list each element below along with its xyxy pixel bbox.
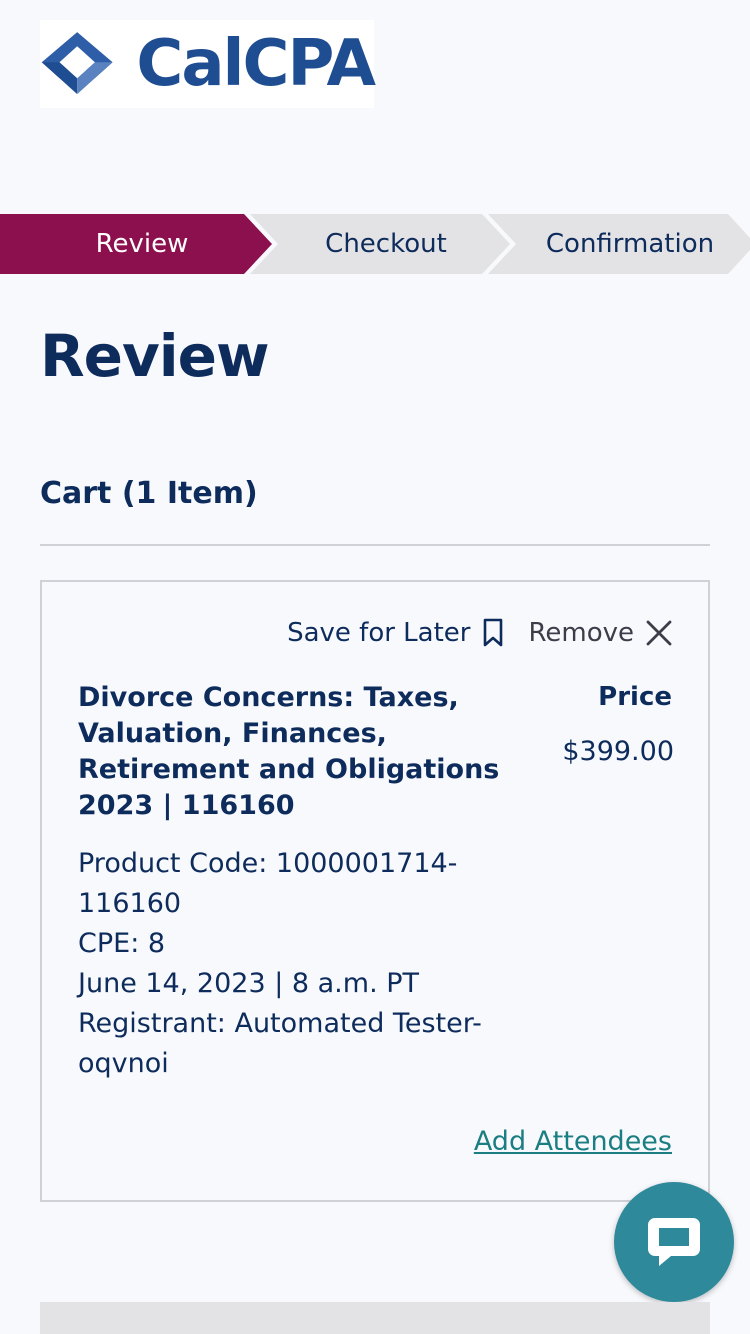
calcpa-logo[interactable]: CalCPA <box>40 20 376 108</box>
cart-item-actions: Save for Later Remove <box>287 618 672 648</box>
page-title: Review <box>40 322 270 390</box>
cart-heading: Cart (1 Item) <box>40 476 258 511</box>
product-code: Product Code: 1000001714-116160 <box>78 848 458 919</box>
chat-icon <box>648 1218 700 1266</box>
price-value: $399.00 <box>562 736 674 767</box>
logo-wordmark: CalCPA <box>136 27 376 101</box>
price-label: Price <box>598 682 672 712</box>
cpe-credits: CPE: 8 <box>78 928 166 959</box>
divider <box>40 544 710 546</box>
cart-item-card: Save for Later Remove Divorce Concerns: … <box>40 580 710 1202</box>
step-checkout: Checkout <box>325 229 447 259</box>
registrant: Registrant: Automated Tester-oqvnoi <box>78 1008 482 1079</box>
save-for-later-label: Save for Later <box>287 618 471 648</box>
event-date: June 14, 2023 | 8 a.m. PT <box>78 968 420 999</box>
add-attendees-link[interactable]: Add Attendees <box>474 1126 672 1157</box>
save-for-later-button[interactable]: Save for Later <box>287 618 504 648</box>
remove-label: Remove <box>528 618 634 648</box>
step-review: Review <box>95 229 189 259</box>
bookmark-icon <box>484 618 503 647</box>
order-summary-section <box>40 1302 710 1334</box>
remove-button[interactable]: Remove <box>528 618 672 648</box>
checkout-progress-steps: Review Checkout Confirmation <box>0 214 750 274</box>
product-details: Product Code: 1000001714-116160 CPE: 8 J… <box>78 844 518 1084</box>
step-confirmation: Confirmation <box>545 229 715 259</box>
close-icon <box>646 620 672 646</box>
chat-button[interactable] <box>614 1182 734 1302</box>
calcpa-logo-mark-icon <box>41 32 113 95</box>
product-title[interactable]: Divorce Concerns: Taxes, Valuation, Fina… <box>78 680 508 824</box>
